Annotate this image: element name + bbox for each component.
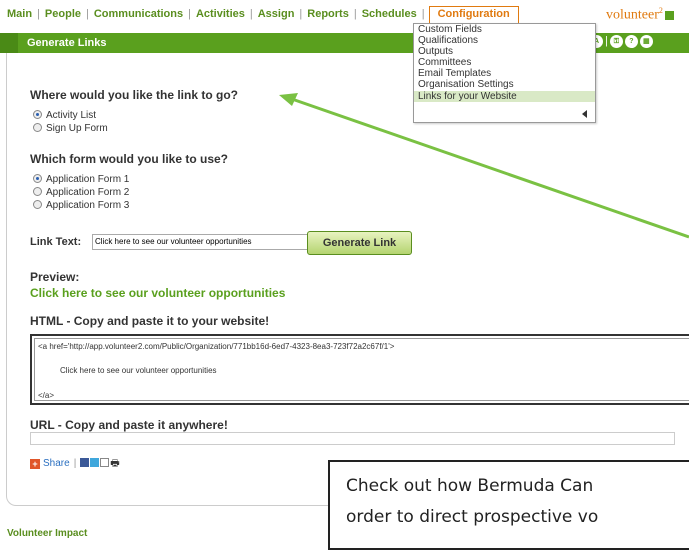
annotation-arrow-line [288, 96, 689, 239]
callout-line-2: order to direct prospective vo [346, 507, 599, 527]
annotation-arrows [279, 93, 689, 239]
annotation-callout: Check out how Bermuda Can order to direc… [328, 460, 689, 550]
callout-line-1: Check out how Bermuda Can [346, 476, 594, 496]
